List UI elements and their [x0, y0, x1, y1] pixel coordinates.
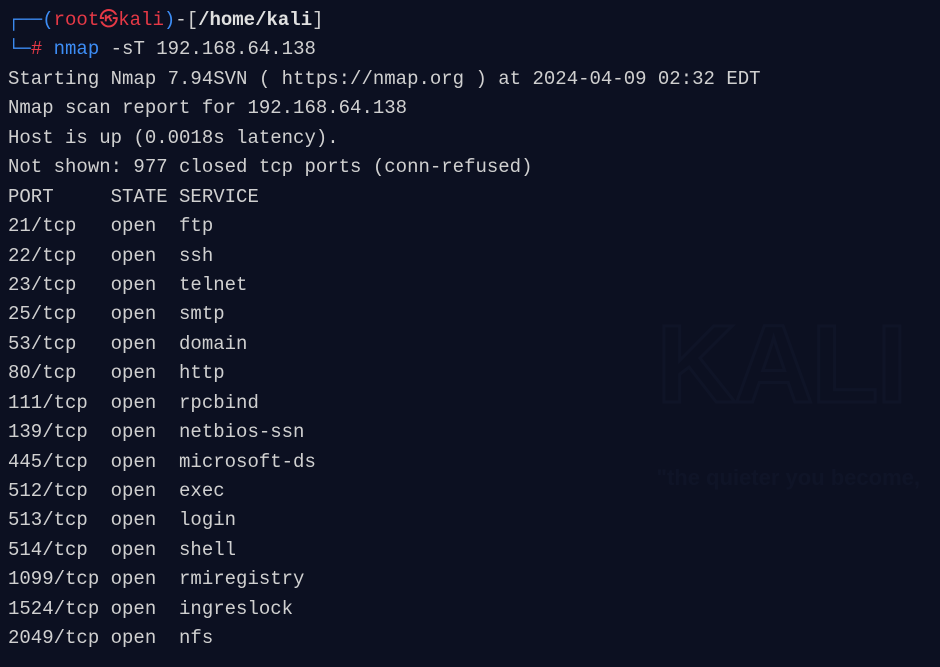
prompt-line-2: └─# nmap -sT 192.168.64.138 [8, 35, 932, 64]
prompt-host: kali [118, 9, 164, 31]
skull-icon: ㉿ [99, 9, 118, 31]
output-notshown: Not shown: 977 closed tcp ports (conn-re… [8, 153, 932, 182]
output-report: Nmap scan report for 192.168.64.138 [8, 94, 932, 123]
prompt-cwd: /home/kali [198, 9, 312, 31]
prompt-line-1: ┌──(root㉿kali)-[/home/kali] [8, 6, 932, 35]
prompt-symbol: # [31, 38, 42, 60]
output-starting: Starting Nmap 7.94SVN ( https://nmap.org… [8, 65, 932, 94]
port-table: PORT STATE SERVICE 21/tcp open ftp 22/tc… [8, 183, 932, 654]
terminal-output[interactable]: ┌──(root㉿kali)-[/home/kali] └─# nmap -sT… [8, 6, 932, 654]
prompt-user: root [54, 9, 100, 31]
command-args: -sT 192.168.64.138 [111, 38, 316, 60]
command-program: nmap [54, 38, 100, 60]
output-host: Host is up (0.0018s latency). [8, 124, 932, 153]
